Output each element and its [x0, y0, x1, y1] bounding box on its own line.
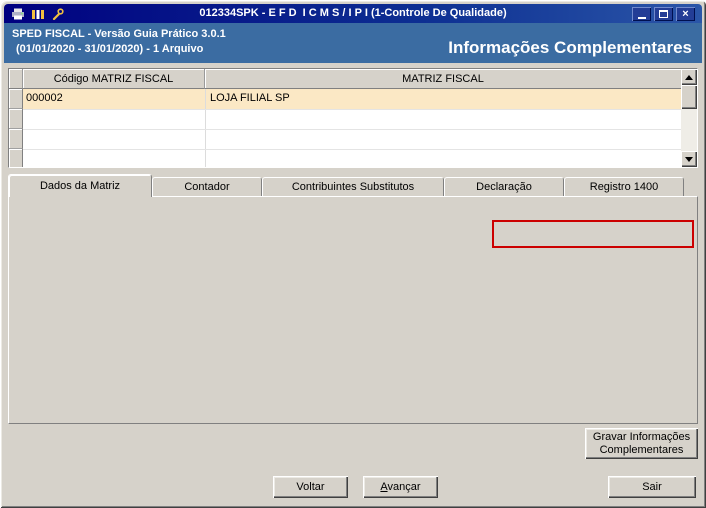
grid-corner-cell: [9, 69, 23, 89]
window-title: 012334SPK - E F D I C M S / I P I (1-Con…: [199, 7, 507, 19]
page-header: SPED FISCAL - Versão Guia Prático 3.0.1 …: [4, 23, 702, 63]
columns-icon[interactable]: [30, 7, 45, 20]
minimize-button[interactable]: [632, 7, 651, 21]
gravar-informacoes-label: Gravar Informações Complementares: [592, 430, 691, 456]
titlebar[interactable]: 012334SPK - E F D I C M S / I P I (1-Con…: [4, 4, 702, 23]
voltar-label: Voltar: [296, 481, 325, 493]
grid-row-line: [23, 129, 681, 130]
header-version: SPED FISCAL - Versão Guia Prático 3.0.1: [12, 28, 226, 40]
grid-scrollbar[interactable]: [681, 69, 697, 167]
sair-label: Sair: [642, 481, 662, 493]
titlebar-icons: [10, 7, 65, 20]
tab-contribuintes-substitutos[interactable]: Contribuintes Substitutos: [262, 177, 444, 196]
tab-declaracao[interactable]: Declaração: [444, 177, 564, 196]
row-selector[interactable]: [9, 129, 23, 149]
scroll-down-button[interactable]: [681, 151, 697, 167]
scrollbar-thumb[interactable]: [681, 85, 697, 109]
tab-dados-da-matriz[interactable]: Dados da Matriz: [8, 174, 152, 197]
wrench-icon[interactable]: [50, 7, 65, 20]
grid-row-line: [23, 109, 681, 110]
scroll-up-button[interactable]: [681, 69, 697, 85]
arrow-up-icon: [685, 71, 693, 80]
avancar-label: Avançar: [380, 481, 421, 493]
voltar-button[interactable]: Voltar: [273, 476, 348, 498]
maximize-button[interactable]: [654, 7, 673, 21]
grid-row-line: [23, 149, 681, 150]
grid-header-matriz: MATRIZ FISCAL: [205, 69, 681, 89]
tab-panel: [8, 196, 698, 424]
window-controls: ×: [632, 7, 695, 21]
tab-contador[interactable]: Contador: [152, 177, 262, 196]
row-selector[interactable]: [9, 109, 23, 129]
matriz-grid: Código MATRIZ FISCAL MATRIZ FISCAL 00000…: [8, 68, 698, 168]
grid-header-codigo: Código MATRIZ FISCAL: [23, 69, 205, 89]
cell-matriz[interactable]: LOJA FILIAL SP: [210, 92, 290, 104]
header-period: (01/01/2020 - 31/01/2020) - 1 Arquivo: [16, 43, 204, 55]
grid-column-divider: [205, 89, 206, 167]
maximize-icon: [659, 10, 668, 18]
table-row-selected-bg[interactable]: [23, 89, 681, 109]
printer-icon[interactable]: [10, 7, 25, 20]
avancar-button[interactable]: Avançar: [363, 476, 438, 498]
row-selector[interactable]: [9, 149, 23, 167]
minimize-icon: [637, 16, 646, 19]
row-selector[interactable]: [9, 89, 23, 109]
cell-codigo[interactable]: 000002: [26, 92, 63, 104]
arrow-down-icon: [685, 156, 693, 166]
gravar-informacoes-button[interactable]: Gravar Informações Complementares: [585, 428, 698, 459]
page-title: Informações Complementares: [448, 38, 692, 57]
close-button[interactable]: ×: [676, 7, 695, 21]
sair-button[interactable]: Sair: [608, 476, 696, 498]
app-window: 012334SPK - E F D I C M S / I P I (1-Con…: [0, 0, 706, 508]
tab-registro-1400[interactable]: Registro 1400: [564, 177, 684, 196]
